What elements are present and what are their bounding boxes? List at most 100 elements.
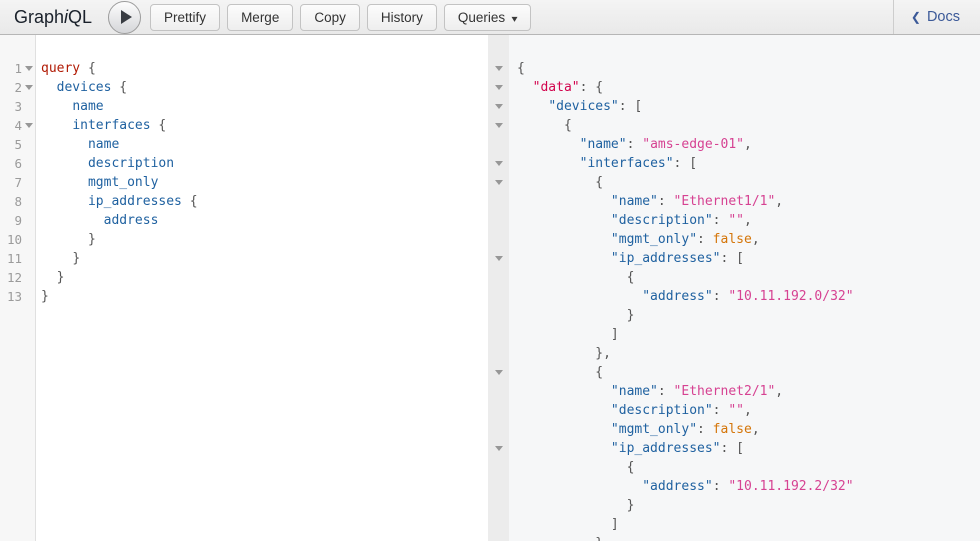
query-code[interactable]: query { devices { name interfaces { name… [36, 35, 198, 541]
history-button[interactable]: History [366, 3, 437, 31]
gutter-row [488, 477, 509, 496]
fold-arrow-icon[interactable] [494, 256, 503, 261]
code-line: "name": "Ethernet2/1", [610, 384, 784, 399]
docs-toggle[interactable]: ❮ Docs [892, 0, 980, 34]
line-number: 10 [6, 232, 22, 247]
gutter-row [488, 401, 509, 420]
gutter-row [488, 458, 509, 477]
fold-arrow-icon[interactable] [494, 66, 503, 71]
gutter-row [488, 249, 509, 268]
code-line: } [626, 498, 635, 513]
result-gutter [488, 35, 509, 541]
gutter-row [488, 439, 509, 458]
line-number: 6 [14, 156, 22, 171]
fold-arrow-icon[interactable] [494, 180, 503, 185]
gutter-row: 5 [0, 135, 35, 154]
fold-slot [22, 66, 35, 71]
code-line: "description": "", [610, 213, 752, 228]
gutter-row [488, 325, 509, 344]
fold-arrow-icon[interactable] [494, 104, 503, 109]
gutter-row [488, 268, 509, 287]
gutter-row: 6 [0, 154, 35, 173]
toolbar: GraphiQL Prettify Merge Copy History Que… [0, 0, 980, 35]
fold-slot [492, 123, 505, 128]
fold-arrow-icon[interactable] [494, 161, 503, 166]
code-line: devices { [56, 80, 128, 95]
queries-button[interactable]: Queries ▾ [443, 3, 532, 31]
gutter-row: 12 [0, 268, 35, 287]
fold-slot [22, 85, 35, 90]
code-line: } [41, 289, 49, 304]
gutter-row [488, 97, 509, 116]
gutter-row [488, 135, 509, 154]
gutter-row [488, 211, 509, 230]
copy-button[interactable]: Copy [300, 3, 360, 31]
gutter-row [488, 154, 509, 173]
graphiql-app: GraphiQL Prettify Merge Copy History Que… [0, 0, 980, 541]
fold-arrow-icon[interactable] [24, 66, 33, 71]
fold-slot [492, 256, 505, 261]
gutter-row [488, 363, 509, 382]
line-number: 12 [6, 270, 22, 285]
fold-slot [492, 85, 505, 90]
code-line: "data": { [532, 80, 604, 95]
fold-arrow-icon[interactable] [494, 446, 503, 451]
gutter-row: 13 [0, 287, 35, 306]
code-line: "address": "10.11.192.0/32" [642, 289, 854, 304]
code-line: "description": "", [610, 403, 752, 418]
fold-arrow-icon[interactable] [24, 85, 33, 90]
toolbar-button-group: Prettify Merge Copy History Queries ▾ [150, 3, 532, 31]
code-line: }, [595, 346, 611, 361]
gutter-row [488, 382, 509, 401]
code-line: "name": "ams-edge-01", [579, 137, 752, 152]
code-line: mgmt_only [87, 175, 159, 190]
fold-slot [492, 446, 505, 451]
code-line: { [626, 460, 635, 475]
gutter-row [488, 534, 509, 541]
code-line: name [72, 99, 104, 114]
gutter-row: 9 [0, 211, 35, 230]
line-number: 9 [14, 213, 22, 228]
code-line: } [72, 251, 81, 266]
code-line: address [103, 213, 159, 228]
line-number: 3 [14, 99, 22, 114]
code-line: ip_addresses { [87, 194, 198, 209]
fold-arrow-icon[interactable] [494, 370, 503, 375]
fold-slot [492, 161, 505, 166]
gutter-row [488, 287, 509, 306]
fold-arrow-icon[interactable] [494, 85, 503, 90]
chevron-left-icon: ❮ [910, 10, 921, 24]
line-number: 7 [14, 175, 22, 190]
gutter-row [488, 230, 509, 249]
gutter-row: 11 [0, 249, 35, 268]
result-viewer-pane: { "data": { "devices": [ { "name": "ams-… [488, 35, 980, 541]
logo-text-graph: Graph [14, 6, 65, 27]
fold-slot [492, 370, 505, 375]
line-number: 4 [14, 118, 22, 133]
fold-arrow-icon[interactable] [494, 123, 503, 128]
gutter-row [488, 116, 509, 135]
execute-button[interactable] [108, 0, 142, 34]
code-line: "ip_addresses": [ [610, 251, 744, 266]
code-line: "mgmt_only": false, [610, 422, 760, 437]
logo-text-ql: QL [68, 6, 93, 27]
code-line: { [517, 61, 525, 76]
docs-label: Docs [926, 9, 960, 25]
line-number: 2 [14, 80, 22, 95]
prettify-button[interactable]: Prettify [150, 3, 221, 31]
gutter-row [488, 59, 509, 78]
query-editor-pane[interactable]: 1 2 3 4 5 6 7 8 9 10 11 12 13 query { devices { name… [0, 35, 488, 541]
gutter-row [488, 173, 509, 192]
gutter-row [488, 344, 509, 363]
gutter-row [488, 306, 509, 325]
query-gutter: 1 2 3 4 5 6 7 8 9 10 11 12 13 [0, 35, 36, 541]
code-line: } [56, 270, 65, 285]
code-line: "mgmt_only": false, [610, 232, 760, 247]
fold-arrow-icon[interactable] [24, 123, 33, 128]
fold-slot [492, 66, 505, 71]
fold-slot [492, 104, 505, 109]
code-line: interfaces { [72, 118, 167, 133]
merge-button[interactable]: Merge [227, 3, 294, 31]
gutter-row [488, 78, 509, 97]
code-line: } [626, 308, 635, 323]
